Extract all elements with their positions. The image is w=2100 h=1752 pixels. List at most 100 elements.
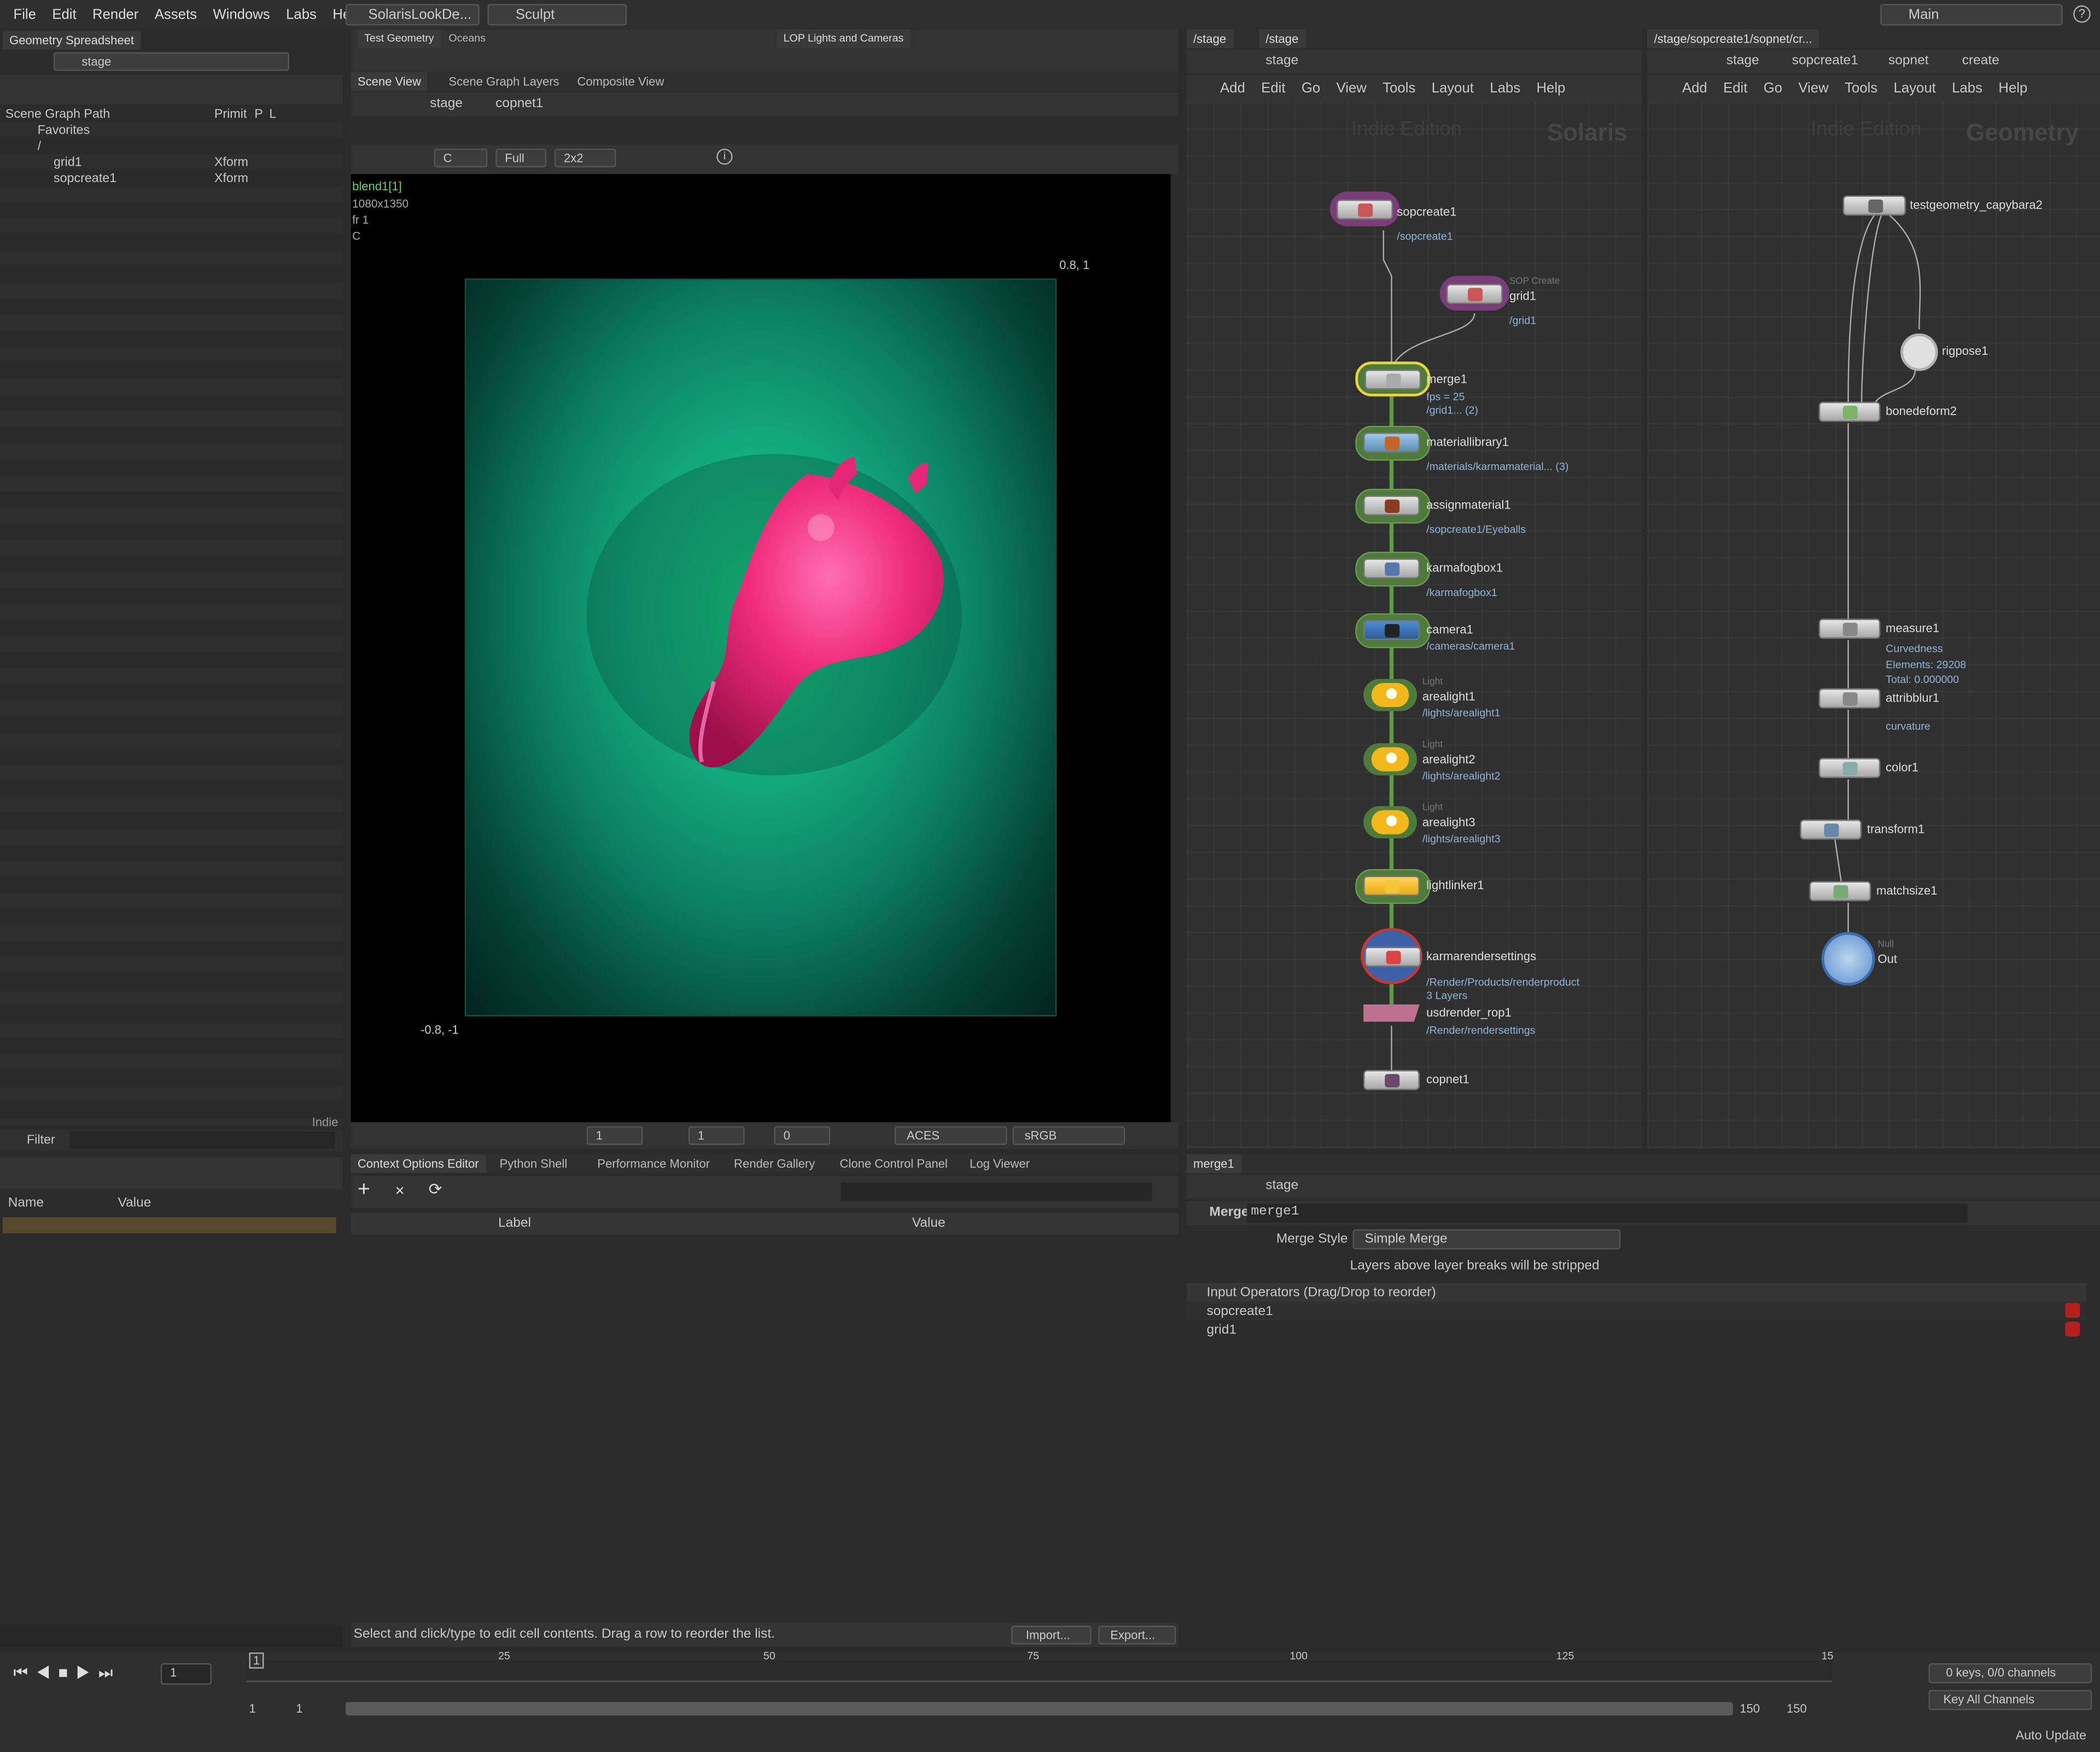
tab-log-viewer[interactable]: Log Viewer (963, 1154, 1036, 1173)
col-primit[interactable]: Primit (214, 107, 247, 122)
exposure-input[interactable]: 1 (586, 1126, 643, 1145)
col-label[interactable]: Label (498, 1216, 531, 1231)
node-transform1[interactable] (1800, 819, 1862, 840)
sculpt-select[interactable]: Sculpt (487, 4, 627, 26)
col-scene-graph-path[interactable]: Scene Graph Path (5, 107, 110, 122)
shelf-tab-lop-lights[interactable]: LOP Lights and Cameras (777, 29, 911, 49)
node-lightlinker1[interactable] (1355, 869, 1431, 904)
col-p[interactable]: P (254, 107, 263, 122)
range-slider[interactable] (345, 1702, 1733, 1716)
node-arealight3[interactable] (1363, 806, 1418, 839)
export-button[interactable]: Export... (1098, 1626, 1176, 1645)
node-color1[interactable] (1818, 758, 1881, 778)
offset-input[interactable]: 0 (774, 1126, 831, 1145)
node-rigpose1[interactable] (1900, 333, 1938, 371)
geo-menu-view[interactable]: View (1798, 80, 1828, 96)
node-assignmaterial1[interactable] (1355, 488, 1431, 524)
tree-favorites[interactable]: Favorites (38, 123, 90, 138)
tree-row-sopcreate1-name[interactable]: sopcreate1 (54, 171, 116, 186)
gamma-input[interactable]: 1 (688, 1126, 745, 1145)
tile-select[interactable]: 2x2 (554, 148, 616, 168)
remove-input-icon[interactable] (2065, 1303, 2080, 1318)
range-start-2[interactable]: 1 (296, 1702, 302, 1715)
node-testgeometry[interactable] (1842, 195, 1906, 216)
node-matchsize1[interactable] (1809, 881, 1871, 902)
shelf-tab-test-geometry[interactable]: Test Geometry (357, 29, 441, 49)
refresh-icon[interactable]: ⟳ (429, 1180, 442, 1199)
desktop-select[interactable]: SolarisLookDe... (345, 4, 480, 26)
viewer-path-stage[interactable]: stage (430, 96, 463, 111)
node-arealight1[interactable] (1363, 679, 1418, 711)
lut-select[interactable]: ACES (894, 1126, 1007, 1145)
tab-render-gallery[interactable]: Render Gallery (727, 1154, 822, 1173)
context-search[interactable] (841, 1182, 1152, 1201)
input-row-grid1[interactable] (1186, 1320, 2087, 1339)
resolution-select[interactable]: Full (495, 148, 547, 168)
tab-geometry-spreadsheet[interactable]: Geometry Spreadsheet (2, 31, 141, 50)
key-all-channels-button[interactable]: Key All Channels (1928, 1690, 2092, 1710)
tab-stage-2[interactable]: /stage (1259, 29, 1305, 49)
tab-clone-control[interactable]: Clone Control Panel (833, 1154, 954, 1173)
node-copnet1[interactable] (1363, 1070, 1420, 1090)
import-button[interactable]: Import... (1011, 1626, 1092, 1645)
timeline-marker[interactable]: 1 (249, 1652, 264, 1669)
help-icon[interactable]: ? (2073, 5, 2091, 23)
node-arealight2[interactable] (1363, 743, 1418, 775)
parm-path[interactable]: stage (1265, 1178, 1298, 1193)
menu-file[interactable]: File (13, 7, 36, 22)
stage-menu-labs[interactable]: Labs (1490, 80, 1520, 96)
node-measure1[interactable] (1818, 618, 1881, 639)
geo-menu-tools[interactable]: Tools (1845, 80, 1877, 96)
colorspace-select[interactable]: sRGB (1012, 1126, 1125, 1145)
geo-menu-edit[interactable]: Edit (1723, 80, 1747, 96)
node-attribblur1[interactable] (1818, 688, 1881, 709)
tree-row-grid1[interactable] (0, 155, 343, 171)
timeline-ruler[interactable] (246, 1660, 1833, 1682)
menu-render[interactable]: Render (92, 7, 138, 22)
col-l[interactable]: L (269, 107, 276, 122)
geo-path-create[interactable]: create (1962, 54, 1999, 68)
tab-scene-graph-layers[interactable]: Scene Graph Layers (442, 72, 566, 91)
geo-menu-layout[interactable]: Layout (1894, 80, 1936, 96)
context-list[interactable] (351, 1234, 1179, 1621)
range-end-2[interactable]: 150 (1787, 1702, 1807, 1715)
add-icon[interactable]: + (358, 1178, 370, 1202)
viewer-path-copnet[interactable]: copnet1 (495, 96, 543, 111)
remove-input-icon[interactable] (2065, 1322, 2080, 1337)
tab-performance-monitor[interactable]: Performance Monitor (591, 1154, 716, 1173)
node-usdrender-rop1[interactable] (1363, 1004, 1420, 1022)
node-materiallibrary1[interactable] (1355, 425, 1431, 461)
node-sopcreate1[interactable] (1329, 191, 1400, 226)
col-value-context[interactable]: Value (912, 1216, 946, 1231)
frame-input[interactable]: 1 (160, 1663, 212, 1685)
tab-python-shell[interactable]: Python Shell (493, 1154, 574, 1173)
shelf-tab-oceans[interactable]: Oceans (442, 30, 492, 48)
menu-windows[interactable]: Windows (213, 7, 270, 22)
tab-merge1[interactable]: merge1 (1186, 1154, 1241, 1173)
parm-node-name[interactable]: merge1 (1247, 1204, 1968, 1223)
stage-menu-go[interactable]: Go (1302, 80, 1320, 96)
node-karmarendersettings[interactable] (1361, 928, 1422, 985)
menu-assets[interactable]: Assets (155, 7, 197, 22)
stage-path[interactable]: stage (1265, 54, 1298, 68)
selected-row[interactable] (2, 1217, 336, 1234)
node-grid1[interactable] (1439, 276, 1510, 311)
range-start[interactable]: 1 (249, 1702, 256, 1715)
geo-path-sopcreate[interactable]: sopcreate1 (1792, 54, 1858, 68)
col-name[interactable]: Name (8, 1196, 44, 1211)
merge-style-select[interactable]: Simple Merge (1352, 1229, 1621, 1249)
filter-input[interactable] (69, 1131, 335, 1149)
channel-select[interactable]: C (434, 148, 488, 168)
stage-menu-help[interactable]: Help (1536, 80, 1565, 96)
tab-composite-view[interactable]: Composite View (570, 72, 670, 91)
node-bonedeform2[interactable] (1818, 401, 1881, 422)
geo-menu-labs[interactable]: Labs (1952, 80, 1982, 96)
node-camera1[interactable] (1355, 613, 1431, 649)
geo-menu-go[interactable]: Go (1764, 80, 1782, 96)
stage-menu-tools[interactable]: Tools (1382, 80, 1415, 96)
menu-labs[interactable]: Labs (286, 7, 317, 22)
col-value[interactable]: Value (118, 1196, 151, 1211)
input-row-sopcreate1[interactable] (1186, 1301, 2087, 1321)
stage-menu-layout[interactable]: Layout (1432, 80, 1474, 96)
geo-menu-help[interactable]: Help (1998, 80, 2027, 96)
